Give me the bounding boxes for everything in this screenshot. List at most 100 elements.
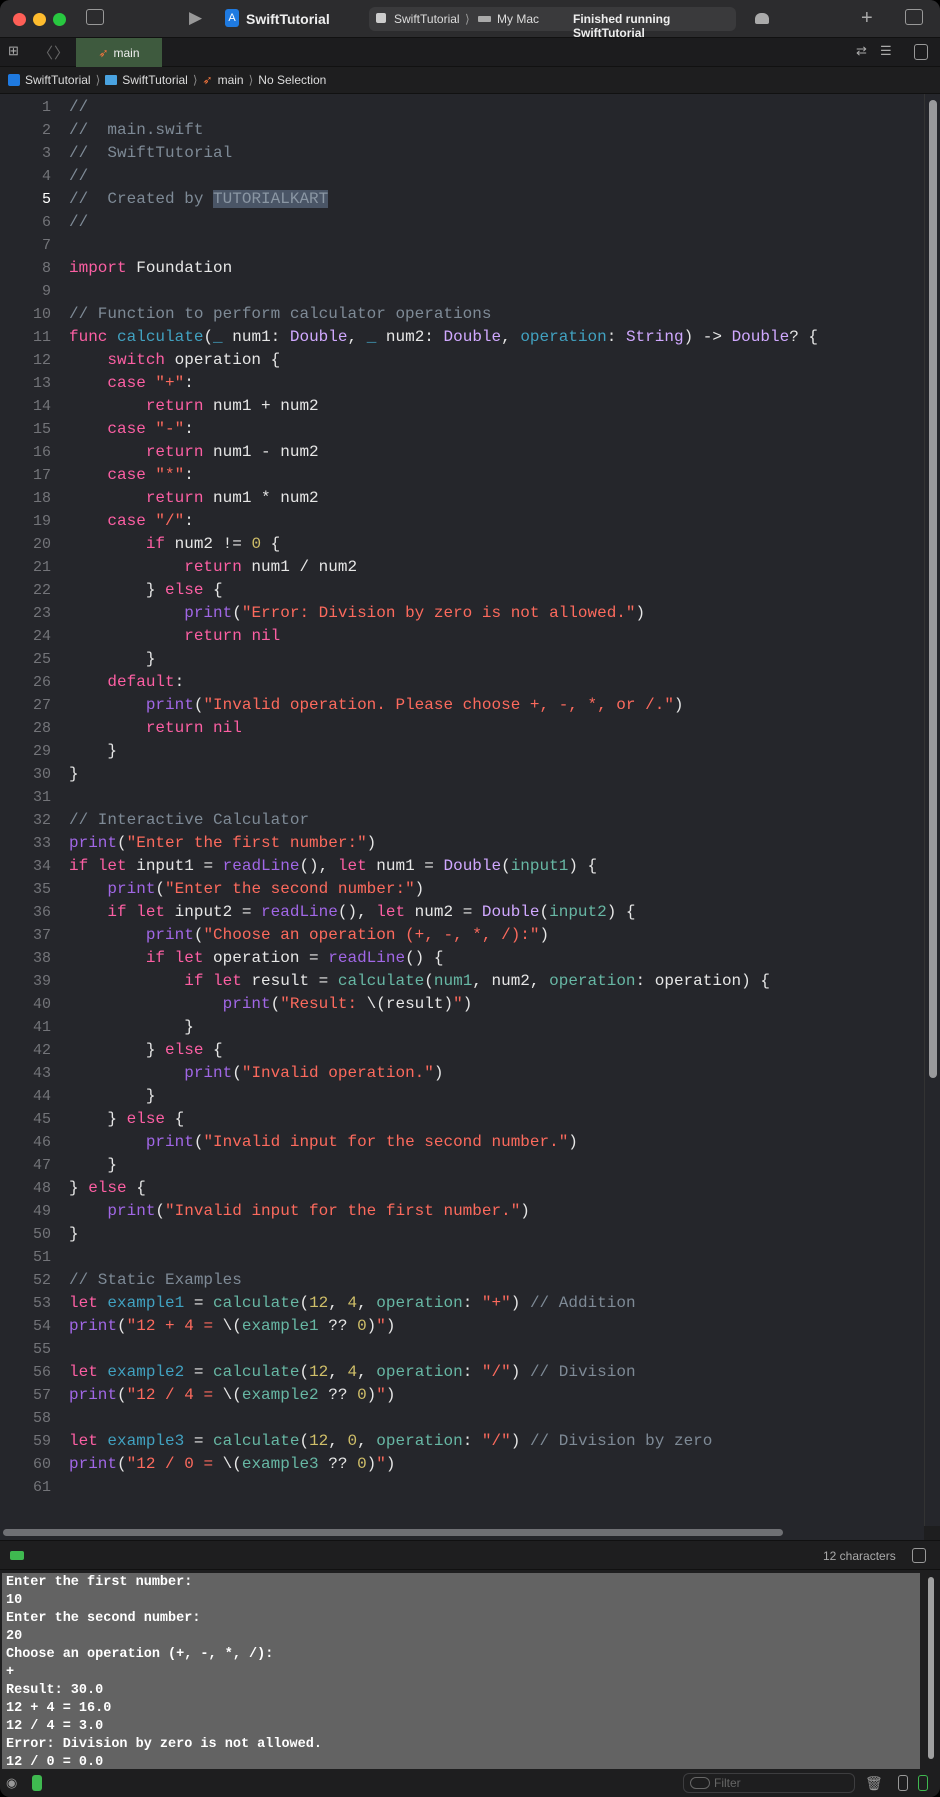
code-line[interactable]: // <box>69 96 88 119</box>
grid-icon[interactable]: ⊞ <box>8 43 19 59</box>
code-line[interactable]: } else { <box>69 1177 146 1200</box>
scheme-selector[interactable]: SwiftTutorial ⟩ My Mac Finished running … <box>369 7 736 40</box>
code-line[interactable]: print("Error: Division by zero is not al… <box>69 602 645 625</box>
code-line[interactable]: } <box>69 1016 194 1039</box>
code-line[interactable]: } <box>69 1154 117 1177</box>
code-line[interactable]: // Function to perform calculator operat… <box>69 303 491 326</box>
swap-icon[interactable]: ⇄ <box>856 43 867 59</box>
code-line[interactable]: print("Choose an operation (+, -, *, /):… <box>69 924 549 947</box>
run-icon[interactable]: ▶ <box>189 8 202 28</box>
code-line[interactable]: let example1 = calculate(12, 4, operatio… <box>69 1292 636 1315</box>
code-line[interactable]: if num2 != 0 { <box>69 533 280 556</box>
forward-icon[interactable]: 〉 <box>54 42 69 63</box>
breadcrumb-project[interactable]: SwiftTutorial <box>25 73 91 87</box>
code-line[interactable]: } <box>69 1223 79 1246</box>
code-line[interactable]: } else { <box>69 1039 223 1062</box>
code-line[interactable]: import Foundation <box>69 257 232 280</box>
code-line[interactable]: } <box>69 763 79 786</box>
code-line[interactable]: default: <box>69 671 184 694</box>
code-line[interactable]: if let operation = readLine() { <box>69 947 444 970</box>
code-line[interactable]: if let result = calculate(num1, num2, op… <box>69 970 770 993</box>
console[interactable]: Enter the first number: 10 Enter the secon… <box>0 1571 940 1770</box>
code-line[interactable]: } <box>69 1085 156 1108</box>
filter-input[interactable]: Filter <box>683 1773 855 1793</box>
code-line[interactable]: return num1 + num2 <box>69 395 319 418</box>
code-line[interactable]: case "+": <box>69 372 193 395</box>
breadcrumb-folder[interactable]: SwiftTutorial <box>122 73 188 87</box>
add-editor-icon[interactable] <box>914 44 928 60</box>
inspector-toggle-icon[interactable] <box>905 9 923 25</box>
code-token: : <box>462 1294 482 1312</box>
close-button[interactable] <box>13 13 26 26</box>
console-output[interactable]: Enter the first number: 10 Enter the secon… <box>2 1573 920 1770</box>
code-line[interactable]: } <box>69 740 117 763</box>
code-token: print <box>107 1202 156 1220</box>
editor-horizontal-scrollbar[interactable] <box>0 1526 924 1540</box>
code-line[interactable]: // <box>69 211 88 234</box>
code-line[interactable]: print("12 / 4 = \(example2 ?? 0)") <box>69 1384 396 1407</box>
code-line[interactable]: print("Enter the first number:") <box>69 832 376 855</box>
code-line[interactable]: } <box>69 648 156 671</box>
code-line[interactable]: print("12 + 4 = \(example1 ?? 0)") <box>69 1315 396 1338</box>
project-icon <box>8 74 20 86</box>
code-editor[interactable]: 1 // 2 // main.swift 3 // SwiftTutorial 4 // 5 //… <box>0 94 924 1526</box>
code-line[interactable]: case "/": <box>69 510 193 533</box>
scheme-destination[interactable]: My Mac <box>497 12 539 26</box>
debug-area-icon[interactable] <box>10 1551 24 1560</box>
variables-toggle-icon[interactable] <box>32 1775 42 1791</box>
code-line[interactable]: if let input2 = readLine(), let num2 = D… <box>69 901 635 924</box>
code-line[interactable]: } else { <box>69 1108 184 1131</box>
code-line[interactable]: return nil <box>69 625 280 648</box>
code-line[interactable]: switch operation { <box>69 349 280 372</box>
code-line[interactable]: return num1 / num2 <box>69 556 357 579</box>
zoom-button[interactable] <box>53 13 66 26</box>
code-line[interactable]: return num1 - num2 <box>69 441 319 464</box>
editor-vertical-scrollbar[interactable] <box>924 94 940 1526</box>
code-token: print <box>69 834 118 852</box>
code-line[interactable]: // Interactive Calculator <box>69 809 309 832</box>
cloud-icon[interactable] <box>755 13 769 24</box>
right-pane-icon[interactable] <box>918 1775 928 1791</box>
code-line[interactable]: // Created by TUTORIALKART <box>69 188 329 211</box>
code-line[interactable]: print("Invalid operation. Please choose … <box>69 694 684 717</box>
code-line[interactable]: print("Invalid input for the second numb… <box>69 1131 578 1154</box>
code-line[interactable]: print("Result: \(result)") <box>69 993 473 1016</box>
eye-icon[interactable]: ◉ <box>6 1775 17 1791</box>
code-line[interactable]: print("Invalid operation.") <box>69 1062 443 1085</box>
breadcrumb-selection[interactable]: No Selection <box>258 73 326 87</box>
add-icon[interactable]: + <box>861 7 873 30</box>
code-line[interactable]: // SwiftTutorial <box>69 142 232 165</box>
sidebar-toggle-icon[interactable] <box>86 9 104 25</box>
code-line[interactable]: if let input1 = readLine(), let num1 = D… <box>69 855 597 878</box>
code-line[interactable]: print("Invalid input for the first numbe… <box>69 1200 530 1223</box>
editor-options-icon[interactable]: ☰ <box>880 43 892 59</box>
code-line[interactable]: case "-": <box>69 418 193 441</box>
code-line[interactable]: case "*": <box>69 464 193 487</box>
code-line[interactable]: // <box>69 165 88 188</box>
code-line[interactable]: // main.swift <box>69 119 203 142</box>
code-line[interactable]: let example2 = calculate(12, 4, operatio… <box>69 1361 636 1384</box>
console-scrollbar[interactable] <box>928 1577 934 1759</box>
code-token: print <box>145 926 194 944</box>
code-token: ( <box>117 1317 127 1335</box>
minimize-button[interactable] <box>33 13 46 26</box>
back-icon[interactable]: 〈 <box>38 42 53 63</box>
code-line[interactable]: print("12 / 0 = \(example3 ?? 0)") <box>69 1453 396 1476</box>
code-line[interactable]: return nil <box>69 717 242 740</box>
hide-debug-area-icon[interactable] <box>912 1548 926 1563</box>
left-pane-icon[interactable] <box>898 1775 908 1791</box>
code-line[interactable]: func calculate(_ num1: Double, _ num2: D… <box>69 326 818 349</box>
scroll-thumb[interactable] <box>929 100 937 1078</box>
code-line[interactable]: print("Enter the second number:") <box>69 878 424 901</box>
scroll-thumb[interactable] <box>3 1529 783 1536</box>
code-token: let <box>69 1294 98 1312</box>
code-line[interactable]: } else { <box>69 579 223 602</box>
tab-main[interactable]: ➶ main <box>76 38 162 67</box>
breadcrumb-file[interactable]: main <box>218 73 244 87</box>
code-line[interactable]: let example3 = calculate(12, 0, operatio… <box>69 1430 712 1453</box>
code-line[interactable]: return num1 * num2 <box>69 487 319 510</box>
code-line[interactable]: // Static Examples <box>69 1269 242 1292</box>
trash-icon[interactable]: 🗑 <box>865 1775 883 1792</box>
scheme-target[interactable]: SwiftTutorial <box>394 12 460 26</box>
